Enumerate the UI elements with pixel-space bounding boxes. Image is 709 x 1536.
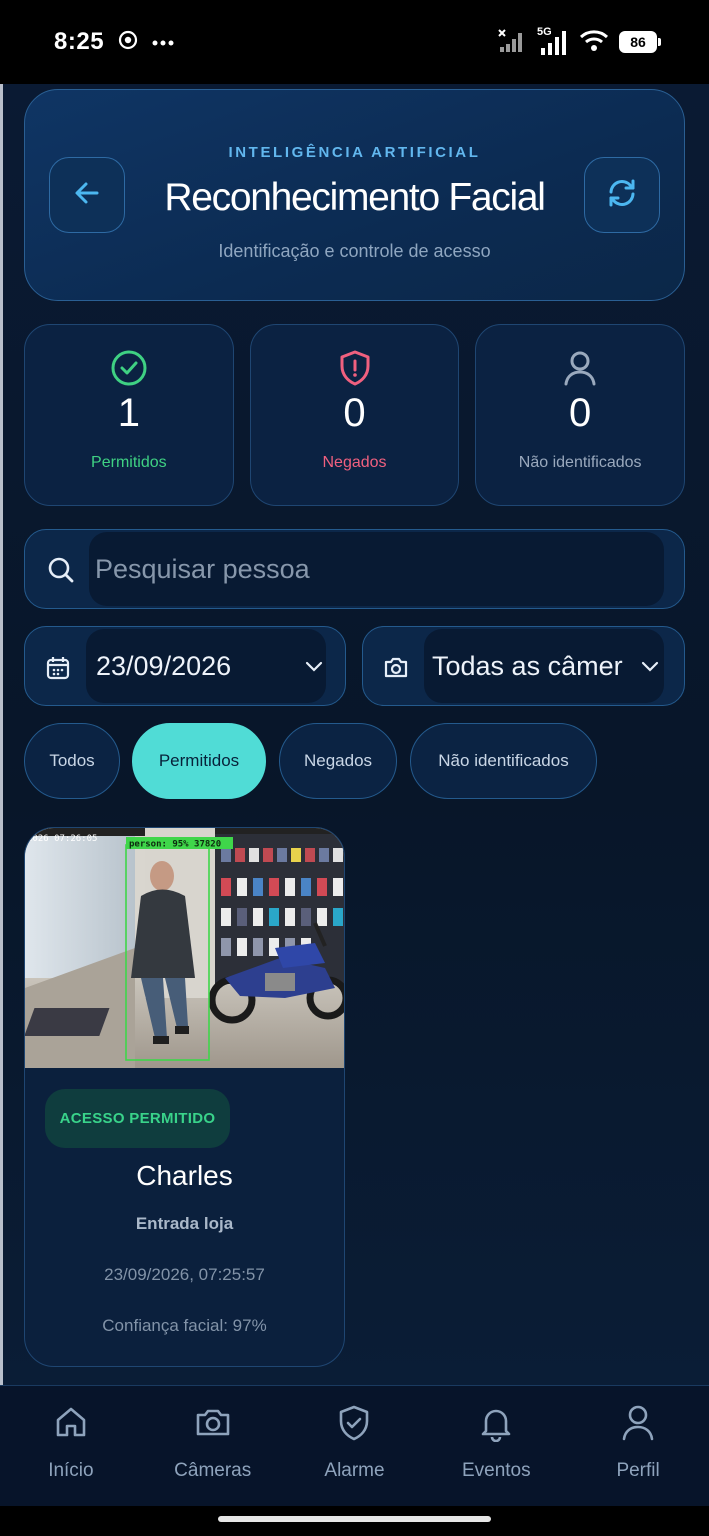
stat-denied-value: 0 [343,391,366,435]
app-screen: INTELIGÊNCIA ARTIFICIAL Reconhecimento F… [0,84,709,1385]
stat-allowed[interactable]: 1 Permitidos [24,324,234,506]
camera-icon [383,655,409,684]
system-nav-bar [0,1506,709,1536]
tab-inicio[interactable]: Início [0,1386,142,1506]
date-select[interactable]: 23/09/2026 [86,629,326,703]
shield-alert-icon [337,349,373,392]
refresh-icon [605,176,639,215]
stat-denied-label: Negados [322,454,387,471]
detection-label: person: 95% 37820 [129,840,221,850]
person-name: Charles [136,1160,233,1191]
event-datetime: 23/09/2026, 07:25:57 [104,1265,265,1284]
camera-select[interactable]: Todas as câmer [424,629,664,703]
tab-perfil[interactable]: Perfil [567,1386,709,1506]
stat-allowed-value: 1 [117,391,140,435]
window-edge [0,84,3,1385]
event-snapshot: person: 95% 37820 2026 07:26:05 [25,828,344,1068]
camera-filter[interactable]: Todas as câmer [362,626,685,706]
camera-timestamp: 2026 07:26:05 [27,834,97,844]
signal-off-icon [497,27,527,58]
chip-todos[interactable]: Todos [24,723,120,799]
stat-unidentified-label: Não identificados [518,454,642,471]
refresh-button[interactable] [584,157,660,233]
home-icon [53,1404,89,1445]
chrome-icon [118,30,138,55]
calendar-icon [45,655,71,686]
stat-allowed-label: Permitidos [91,454,167,471]
stat-denied[interactable]: 0 Negados [249,324,460,506]
status-badge: ACESSO PERMITIDO [45,1089,230,1148]
status-time: 8:25 [54,28,105,55]
user-icon [562,349,598,392]
chevron-down-icon [641,659,659,677]
tab-perfil-label: Perfil [616,1460,660,1481]
date-filter[interactable]: 23/09/2026 [24,626,346,706]
wifi-icon [579,28,609,57]
tab-cameras[interactable]: Câmeras [142,1386,284,1506]
chevron-down-icon [305,659,323,677]
stats-row: 1 Permitidos 0 Negados 0 Não identificad… [24,324,686,506]
chip-permitidos[interactable]: Permitidos [132,723,266,799]
signal-5g-icon: 5G [537,26,569,56]
page-header: INTELIGÊNCIA ARTIFICIAL Reconhecimento F… [24,89,685,301]
tab-inicio-label: Início [48,1460,94,1481]
bottom-tab-bar: Início Câmeras Alarme Eventos Perfil [0,1385,709,1506]
home-gesture-handle[interactable] [218,1516,491,1522]
search-input[interactable]: Pesquisar pessoa [89,532,664,606]
check-circle-icon [110,349,148,392]
battery-indicator: 86 [619,31,661,53]
chip-negados[interactable]: Negados [279,723,397,799]
tab-eventos-label: Eventos [461,1460,531,1481]
stat-unidentified[interactable]: 0 Não identificados [475,324,686,506]
status-bar: 8:25 5G 86 [0,0,709,84]
camera-location: Entrada loja [135,1214,234,1233]
event-card[interactable]: person: 95% 37820 2026 07:26:05 ACESSO P… [24,827,345,1367]
tab-eventos[interactable]: Eventos [425,1386,567,1506]
search-box[interactable]: Pesquisar pessoa [24,529,685,609]
tab-alarme[interactable]: Alarme [284,1386,426,1506]
more-dots-icon [152,33,174,51]
camera-icon [194,1404,232,1445]
tab-cameras-label: Câmeras [174,1460,252,1481]
shield-check-icon [336,1404,372,1447]
bell-icon [478,1404,514,1447]
user-icon [620,1404,656,1447]
search-icon [47,556,75,589]
tab-alarme-label: Alarme [324,1460,385,1481]
chip-nao-identificados[interactable]: Não identificados [410,723,597,799]
face-confidence: Confiança facial: 97% [102,1316,267,1335]
page-kicker: INTELIGÊNCIA ARTIFICIAL [228,144,481,161]
stat-unidentified-value: 0 [569,391,592,435]
page-subtitle: Identificação e controle de acesso [218,241,491,261]
